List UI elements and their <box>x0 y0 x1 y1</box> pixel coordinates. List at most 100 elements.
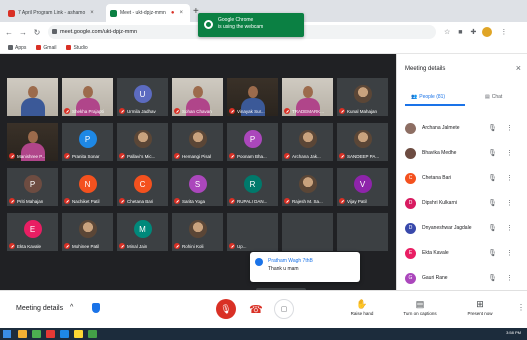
bookmark-apps[interactable]: Apps <box>8 45 26 51</box>
mic-off-icon <box>174 108 180 114</box>
list-item[interactable]: C Chetana Bari 🎙 ⋮ <box>397 166 527 190</box>
chat-notification[interactable]: Pratham Wagh 7thB Thank u mam <box>250 252 360 282</box>
participant-tile[interactable]: Pallavi's Mic... <box>117 123 168 161</box>
taskbar-app-icon[interactable] <box>46 330 55 338</box>
mic-off-icon[interactable]: 🎙 <box>488 199 500 207</box>
participant-name: Rohini Koli <box>174 243 204 249</box>
more-options-icon[interactable]: ⋮ <box>506 249 513 257</box>
participant-name-text: RUPALI DAN... <box>237 198 268 204</box>
back-icon[interactable]: ← <box>4 28 14 37</box>
list-item[interactable]: E Ekta Kavale 🎙 ⋮ <box>397 241 527 265</box>
bookmark-studio[interactable]: Studio <box>66 45 88 51</box>
participant-tile[interactable]: Sohan Chavan <box>172 78 223 116</box>
start-icon[interactable] <box>3 330 11 338</box>
mic-off-button[interactable]: 🎙 <box>216 299 236 319</box>
chevron-up-icon[interactable]: ^ <box>70 304 73 311</box>
taskbar-app-icon[interactable] <box>60 330 69 338</box>
taskbar-app-icon[interactable] <box>88 330 97 338</box>
extension-icon[interactable]: ✚ <box>471 28 477 36</box>
shield-icon[interactable] <box>92 303 100 313</box>
menu-icon[interactable]: ⋮ <box>500 28 507 36</box>
tab-people[interactable]: 👥 People (81) <box>411 90 445 104</box>
participant-tile[interactable]: N Nachiket Patil <box>62 168 113 206</box>
participant-name-text: Vijay Patil <box>347 198 367 204</box>
participant-tile[interactable] <box>337 213 388 251</box>
close-icon[interactable]: × <box>516 63 521 73</box>
participant-name: Ekta Kavale <box>422 250 449 256</box>
participant-tile[interactable]: P Pranita Sonar <box>62 123 113 161</box>
meeting-details-button[interactable]: Meeting details <box>16 305 63 312</box>
more-options-icon[interactable]: ⋮ <box>506 199 513 207</box>
bookmark-gmail[interactable]: Gmail <box>36 45 56 51</box>
star-icon[interactable]: ☆ <box>444 28 450 36</box>
taskbar-app-icon[interactable] <box>32 330 41 338</box>
avatar: P <box>23 175 42 193</box>
list-item[interactable]: Bhavika Medhe 🎙 ⋮ <box>397 141 527 165</box>
close-icon[interactable]: × <box>90 10 94 16</box>
camera-button[interactable]: ▢ <box>274 299 294 319</box>
present-button[interactable]: ⊞ Present now <box>455 299 505 316</box>
avatar <box>133 130 152 148</box>
participant-tile[interactable]: Up... <box>227 213 278 251</box>
participant-tile[interactable]: Shekha Prajapti <box>62 78 113 116</box>
bookmark-label: Gmail <box>43 44 57 51</box>
more-options-icon[interactable]: ⋮ <box>506 124 513 132</box>
participant-tile[interactable]: TRADEMARK... <box>282 78 333 116</box>
mic-off-icon[interactable]: 🎙 <box>488 124 500 132</box>
participant-tile[interactable]: P Poonam Bha... <box>227 123 278 161</box>
browser-tab-active[interactable]: Meet - ukt-dpjz-mmn ● × <box>106 4 190 22</box>
participant-tile[interactable]: V Vijay Patil <box>337 168 388 206</box>
participant-tile[interactable]: Rajesh M. Sa... <box>282 168 333 206</box>
participant-tile[interactable]: P Priti Mahajan <box>7 168 58 206</box>
forward-icon[interactable]: → <box>18 28 28 37</box>
reload-icon[interactable]: ↻ <box>32 28 42 37</box>
participant-tile[interactable]: C Chetana Bari <box>117 168 168 206</box>
mic-off-icon[interactable]: 🎙 <box>488 224 500 232</box>
tab-chat[interactable]: ▤ Chat <box>485 90 502 104</box>
mic-off-icon[interactable]: 🎙 <box>488 174 500 182</box>
participant-tile[interactable]: R RUPALI DAN... <box>227 168 278 206</box>
participant-tile[interactable] <box>7 78 58 116</box>
participant-tile[interactable]: Manishree P... <box>7 123 58 161</box>
leave-call-button[interactable]: ☎ <box>246 299 266 319</box>
participant-tile[interactable]: Mohinee Patil <box>62 213 113 251</box>
participant-name: Up... <box>229 243 247 249</box>
taskbar-app-icon[interactable] <box>74 330 83 338</box>
participant-tile[interactable] <box>282 213 333 251</box>
participant-tile[interactable]: Rohini Koli <box>172 213 223 251</box>
more-options-icon[interactable]: ⋮ <box>506 174 513 182</box>
captions-button[interactable]: ▤ Turn on captions <box>395 299 445 316</box>
list-item[interactable]: G Gauri Rane 🎙 ⋮ <box>397 266 527 290</box>
avatar <box>188 220 207 238</box>
participant-tile[interactable]: SANDEEP PA... <box>337 123 388 161</box>
participant-tile[interactable]: U Urmila Jadhav <box>117 78 168 116</box>
participant-name: Kunal Mahajan <box>339 108 377 114</box>
taskbar-app-icon[interactable] <box>18 330 27 338</box>
more-options-icon[interactable]: ⋮ <box>506 274 513 282</box>
list-item[interactable]: D Dipshri Kulkarni 🎙 ⋮ <box>397 191 527 215</box>
profile-avatar[interactable] <box>482 27 493 37</box>
mic-off-icon[interactable]: 🎙 <box>488 274 500 282</box>
participant-tile[interactable]: M Minal Jain <box>117 213 168 251</box>
camera-indicator-icon[interactable]: ■ <box>458 29 462 36</box>
list-item[interactable]: D Dnyaneshwar Jagdale 🎙 ⋮ <box>397 216 527 240</box>
participant-tile[interactable]: S Sarita Yoga <box>172 168 223 206</box>
mic-off-icon[interactable]: 🎙 <box>488 149 500 157</box>
more-options-icon[interactable]: ⋮ <box>517 303 525 312</box>
browser-tab[interactable]: 7 April Program Link - ashamo × <box>4 4 106 22</box>
raise-hand-button[interactable]: ✋ Raise hand <box>337 299 387 316</box>
mic-off-icon[interactable]: 🎙 <box>488 249 500 257</box>
participant-tile[interactable]: Vinayak Sur... <box>227 78 278 116</box>
avatar: D <box>405 197 416 209</box>
tab-title: Meet - ukt-dpjz-mmn <box>120 10 166 16</box>
participant-tile[interactable]: Hemangi Pisal <box>172 123 223 161</box>
more-options-icon[interactable]: ⋮ <box>506 224 513 232</box>
participant-tile[interactable]: Kunal Mahajan <box>337 78 388 116</box>
participant-tile[interactable]: E Ekta Kavale <box>7 213 58 251</box>
participant-name-text: Poonam Bha... <box>237 153 267 159</box>
more-options-icon[interactable]: ⋮ <box>506 149 513 157</box>
close-icon[interactable]: × <box>179 10 183 16</box>
participant-tile[interactable]: Archana Jak... <box>282 123 333 161</box>
lock-icon <box>52 29 57 34</box>
list-item[interactable]: Archana Jalmete 🎙 ⋮ <box>397 116 527 140</box>
